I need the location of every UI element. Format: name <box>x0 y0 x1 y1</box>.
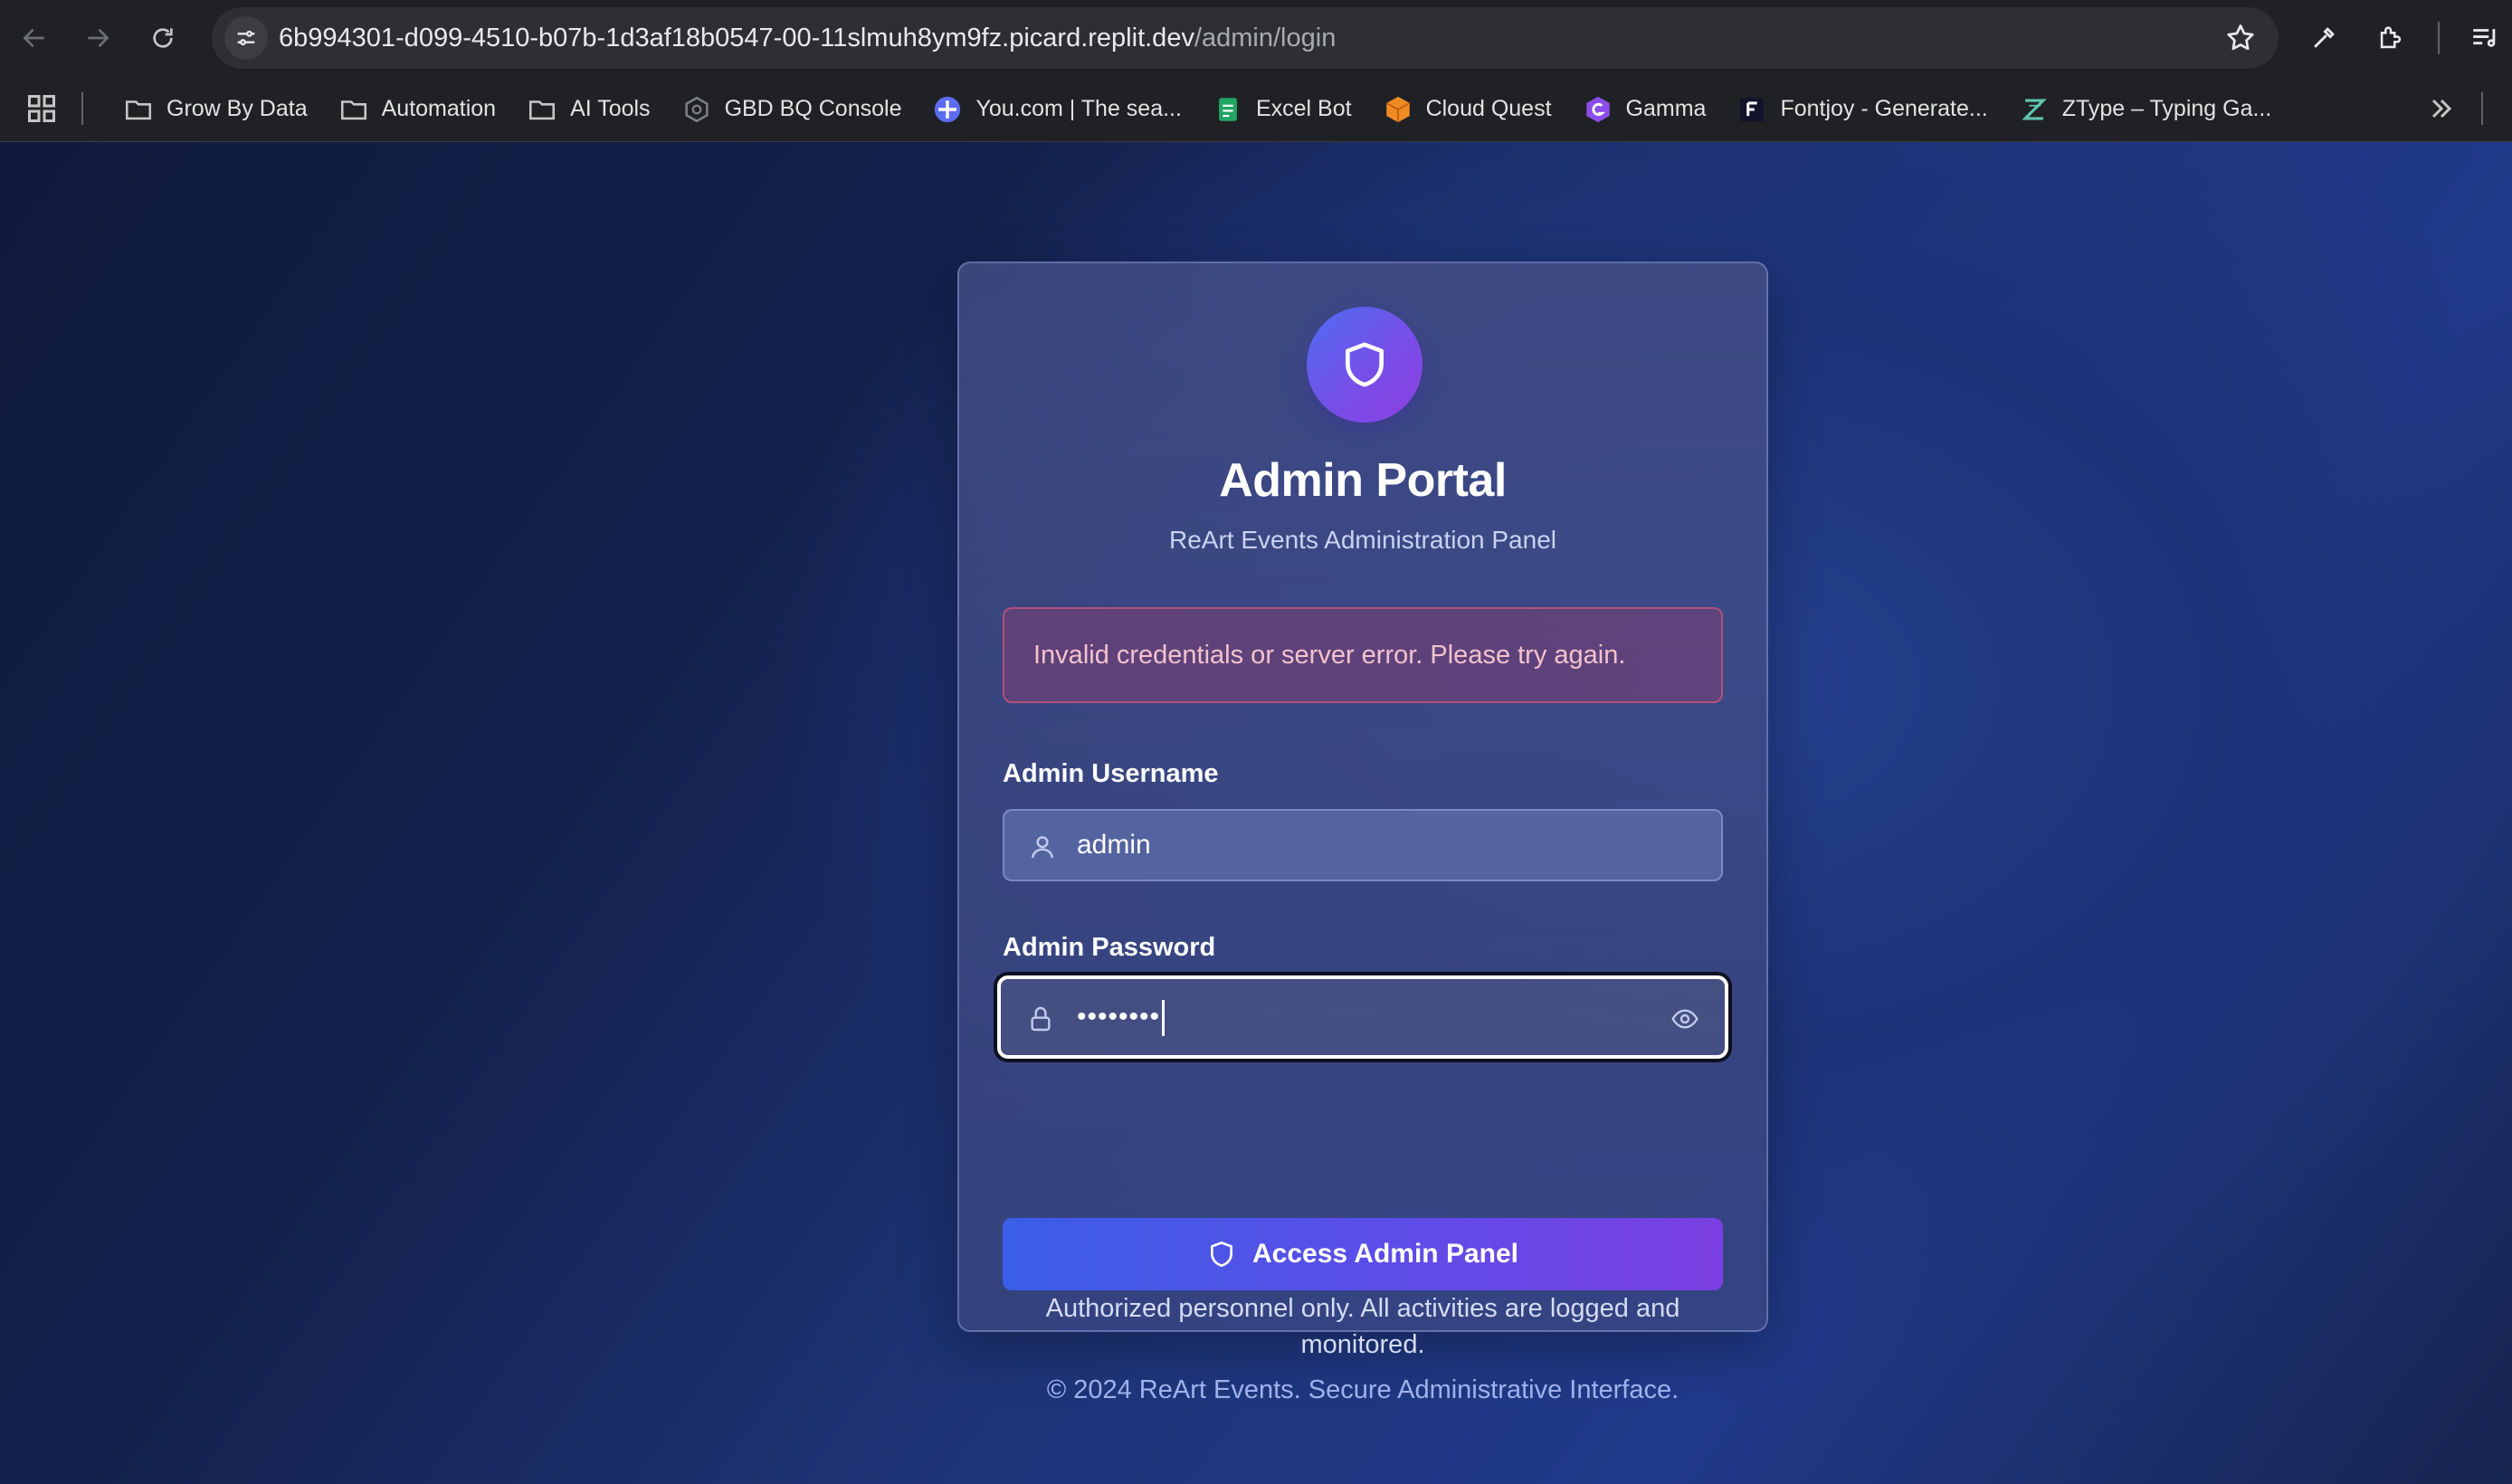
bookmark-gamma[interactable]: Gamma <box>1570 87 1719 132</box>
bookmark-label: Gamma <box>1625 96 1707 121</box>
bookmark-cloud-quest[interactable]: Cloud Quest <box>1370 87 1565 132</box>
user-icon <box>1032 836 1053 859</box>
bookmarks-divider-end <box>2481 92 2483 125</box>
error-message: Invalid credentials or server error. Ple… <box>1033 640 1626 670</box>
back-button[interactable] <box>14 18 54 58</box>
logo-badge <box>1307 307 1423 423</box>
forward-button[interactable] <box>78 18 118 58</box>
tune-icon <box>237 30 255 46</box>
bookmarks-bar: Grow By Data Automation AI Tools GBD BQ … <box>0 76 2512 142</box>
shield-icon <box>1210 1241 1232 1267</box>
url-text: 6b994301-d099-4510-b07b-1d3af18b0547-00-… <box>279 7 1336 69</box>
lock-icon <box>1031 1006 1051 1032</box>
access-admin-panel-button[interactable]: Access Admin Panel <box>1003 1218 1723 1290</box>
username-value: admin <box>1077 830 1151 860</box>
bookmark-label: AI Tools <box>570 96 651 121</box>
bookmark-label: Cloud Quest <box>1425 96 1552 121</box>
bookmark-label: Fontjoy - Generate... <box>1780 96 1988 121</box>
folder-icon <box>338 94 369 125</box>
bookmark-fontjoy[interactable]: Fontjoy - Generate... <box>1724 87 2000 132</box>
cube-icon <box>1383 94 1413 125</box>
bookmark-ai-tools[interactable]: AI Tools <box>514 87 662 132</box>
footer-copyright: © 2024 ReArt Events. Secure Administrati… <box>1046 1375 1679 1404</box>
bookmark-automation[interactable]: Automation <box>326 87 509 132</box>
browser-toolbar: 6b994301-d099-4510-b07b-1d3af18b0547-00-… <box>0 0 2512 76</box>
fontjoy-icon <box>1737 94 1767 125</box>
youcom-icon <box>932 94 963 125</box>
password-dots: •••••••• <box>1077 1002 1161 1032</box>
bookmark-excel-bot[interactable]: Excel Bot <box>1200 87 1365 132</box>
password-value: •••••••• <box>1077 979 1166 1055</box>
username-label: Admin Username <box>1003 759 1219 788</box>
reload-icon <box>153 28 173 48</box>
page-subtitle: ReArt Events Administration Panel <box>1169 526 1556 554</box>
apps-grid-icon[interactable] <box>25 92 58 125</box>
password-label: Admin Password <box>1003 933 1216 962</box>
reload-button[interactable] <box>143 18 183 58</box>
security-notice: Authorized personnel only. All activitie… <box>1045 1294 1680 1359</box>
sheet-icon <box>1213 94 1243 125</box>
site-info-button[interactable] <box>224 16 268 60</box>
bookmark-label: Excel Bot <box>1255 96 1352 121</box>
toolbar-divider <box>2438 22 2440 54</box>
browser-chrome: 6b994301-d099-4510-b07b-1d3af18b0547-00-… <box>0 0 2512 142</box>
text-caret <box>1162 1000 1166 1037</box>
eye-icon[interactable] <box>1670 1004 1699 1033</box>
arrow-right-icon <box>88 28 109 48</box>
bookmarks-divider <box>81 92 83 125</box>
username-field[interactable]: admin <box>1003 809 1723 881</box>
bookmark-gbd-bq-console[interactable]: GBD BQ Console <box>669 87 915 132</box>
submit-label: Access Admin Panel <box>1251 1239 1518 1269</box>
page-title: Admin Portal <box>1219 454 1507 507</box>
bigquery-icon <box>681 94 712 125</box>
eyedropper-extension[interactable] <box>2304 18 2344 58</box>
ztype-icon <box>2019 94 2050 125</box>
bookmark-label: You.com | The sea... <box>975 96 1182 121</box>
reading-list-button[interactable] <box>2465 18 2505 58</box>
chevron-double-right-icon[interactable] <box>2425 92 2458 125</box>
extensions-button[interactable] <box>2371 18 2411 58</box>
password-field[interactable]: •••••••• <box>997 975 1728 1059</box>
bookmark-star-icon[interactable] <box>2224 22 2257 54</box>
eyedropper-icon <box>2314 27 2335 48</box>
bookmark-grow-by-data[interactable]: Grow By Data <box>110 87 320 132</box>
playlist-icon <box>2473 29 2496 47</box>
url-path: /admin/login <box>1194 24 1337 52</box>
url-host: 6b994301-d099-4510-b07b-1d3af18b0547-00-… <box>279 24 1194 52</box>
bookmark-label: Automation <box>381 96 497 121</box>
folder-icon <box>527 94 557 125</box>
arrow-left-icon <box>23 28 44 48</box>
bookmark-label: Grow By Data <box>167 96 308 121</box>
puzzle-icon <box>2380 26 2402 49</box>
bookmark-ztype[interactable]: ZType – Typing Ga... <box>2006 87 2285 132</box>
bookmark-youcom[interactable]: You.com | The sea... <box>919 87 1194 132</box>
bookmark-label: ZType – Typing Ga... <box>2061 96 2272 121</box>
folder-icon <box>123 94 154 125</box>
address-bar[interactable]: 6b994301-d099-4510-b07b-1d3af18b0547-00-… <box>212 7 2279 69</box>
error-alert: Invalid credentials or server error. Ple… <box>1003 607 1723 703</box>
bookmark-label: GBD BQ Console <box>724 96 902 121</box>
bookmark-list: Grow By Data Automation AI Tools GBD BQ … <box>110 76 2289 142</box>
gamma-icon <box>1583 94 1613 125</box>
login-card: Admin Portal ReArt Events Administration… <box>957 262 1768 1359</box>
login-page: Admin Portal ReArt Events Administration… <box>0 142 2512 1484</box>
shield-icon <box>1346 342 1384 387</box>
